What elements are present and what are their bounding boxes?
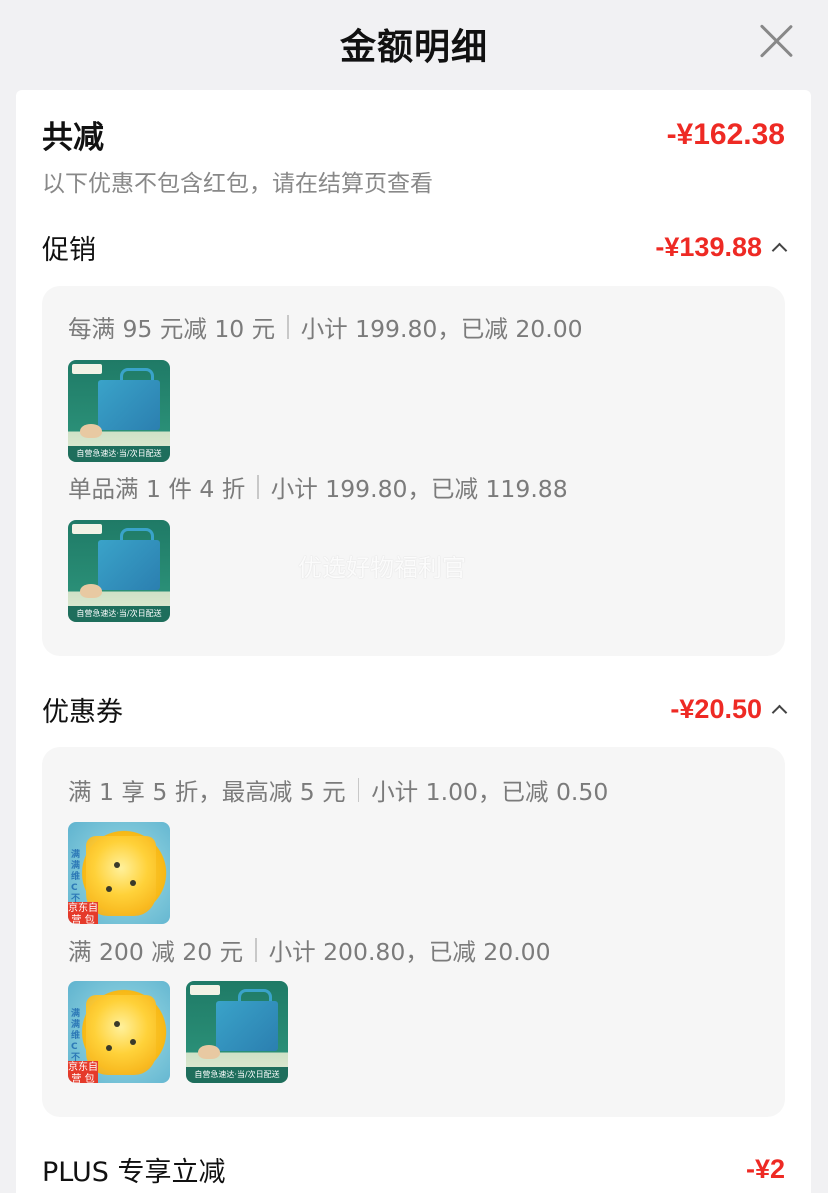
coupon-rule-1: 满 1 享 5 折，最高减 5 元 小计 1.00，已减 0.50 xyxy=(68,773,608,807)
close-icon[interactable] xyxy=(758,22,794,58)
total-label: 共减 xyxy=(42,120,104,156)
rule-desc: 满 200 减 20 元 xyxy=(68,938,244,966)
gift-box xyxy=(98,540,160,590)
coupon-amount-value: -¥20.50 xyxy=(670,694,762,724)
divider xyxy=(357,778,360,802)
promotion-rule-1: 每满 95 元减 10 元 小计 199.80，已减 20.00 xyxy=(68,310,583,344)
dumpling xyxy=(80,584,102,598)
juice-badge: 京东自营 包邮 xyxy=(68,902,98,924)
product-thumb-gift-box[interactable]: 自营急速达·当/次日配送 xyxy=(68,520,170,622)
rule-summary: 小计 200.80，已减 20.00 xyxy=(268,938,551,966)
rule-desc: 每满 95 元减 10 元 xyxy=(68,315,276,343)
coupon-rule-2: 满 200 减 20 元 小计 200.80，已减 20.00 xyxy=(68,933,551,967)
rule-desc: 单品满 1 件 4 折 xyxy=(68,475,246,503)
rule-summary: 小计 1.00，已减 0.50 xyxy=(371,778,609,806)
delivery-strip: 自营急速达·当/次日配送 xyxy=(186,1067,288,1083)
chevron-up-icon[interactable] xyxy=(771,242,788,259)
seed xyxy=(114,1021,120,1027)
brand-tag xyxy=(72,364,102,374)
plus-section-header: PLUS 专享立减 -¥2 xyxy=(42,1150,785,1189)
coupon-panel: 满 1 享 5 折，最高减 5 元 小计 1.00，已减 0.50 满满维C 不… xyxy=(42,747,785,1117)
delivery-strip: 自营急速达·当/次日配送 xyxy=(68,606,170,622)
plus-label: PLUS 专享立减 xyxy=(42,1157,226,1188)
total-note: 以下优惠不包含红包，请在结算页查看 xyxy=(42,171,433,197)
total-amount: -¥162.38 xyxy=(666,117,785,151)
product-thumb-juice[interactable]: 满满维C 不倒 京东自营 包邮 xyxy=(68,981,170,1083)
divider xyxy=(287,315,289,339)
seed xyxy=(106,1045,112,1051)
seed xyxy=(130,880,136,886)
brand-tag xyxy=(72,524,102,534)
product-thumb-gift-box[interactable]: 自营急速达·当/次日配送 xyxy=(68,360,170,462)
brand-tag xyxy=(190,985,220,995)
rule-summary: 小计 199.80，已减 119.88 xyxy=(270,475,568,503)
divider xyxy=(255,938,257,962)
dumpling xyxy=(198,1045,220,1059)
coupon-label: 优惠券 xyxy=(42,697,123,728)
divider xyxy=(257,475,259,499)
dumpling xyxy=(80,424,102,438)
product-thumb-gift-box[interactable]: 自营急速达·当/次日配送 xyxy=(186,981,288,1083)
page-title: 金额明细 xyxy=(339,27,488,68)
coupon-amount[interactable]: -¥20.50 xyxy=(670,694,788,725)
delivery-strip: 自营急速达·当/次日配送 xyxy=(68,446,170,462)
promotion-panel: 每满 95 元减 10 元 小计 199.80，已减 20.00 自营急速达·当… xyxy=(42,286,785,656)
seed xyxy=(114,862,120,868)
chevron-up-icon[interactable] xyxy=(771,704,788,721)
plus-amount: -¥2 xyxy=(745,1154,785,1184)
juice-badge: 京东自营 包邮 xyxy=(68,1061,98,1083)
total-row: 共减 -¥162.38 xyxy=(42,112,785,157)
amount-detail-card: 共减 -¥162.38 以下优惠不包含红包，请在结算页查看 促销 -¥139.8… xyxy=(16,90,811,1193)
header: 金额明细 xyxy=(0,0,828,88)
seed xyxy=(130,1039,136,1045)
coupon-section-header[interactable]: 优惠券 -¥20.50 xyxy=(42,690,788,729)
promotion-amount[interactable]: -¥139.88 xyxy=(655,232,788,263)
gift-box xyxy=(216,1001,278,1051)
gift-box xyxy=(98,380,160,430)
promotion-rule-2: 单品满 1 件 4 折 小计 199.80，已减 119.88 xyxy=(68,470,568,504)
promotion-amount-value: -¥139.88 xyxy=(655,232,762,262)
seed xyxy=(106,886,112,892)
rule-summary: 小计 199.80，已减 20.00 xyxy=(300,315,583,343)
promotion-label: 促销 xyxy=(42,235,96,266)
watermark: 优选好物福利官 xyxy=(298,554,466,582)
product-thumb-juice[interactable]: 满满维C 不倒 京东自营 包邮 xyxy=(68,822,170,924)
rule-desc: 满 1 享 5 折，最高减 5 元 xyxy=(68,778,346,806)
promotion-section-header[interactable]: 促销 -¥139.88 xyxy=(42,228,788,267)
